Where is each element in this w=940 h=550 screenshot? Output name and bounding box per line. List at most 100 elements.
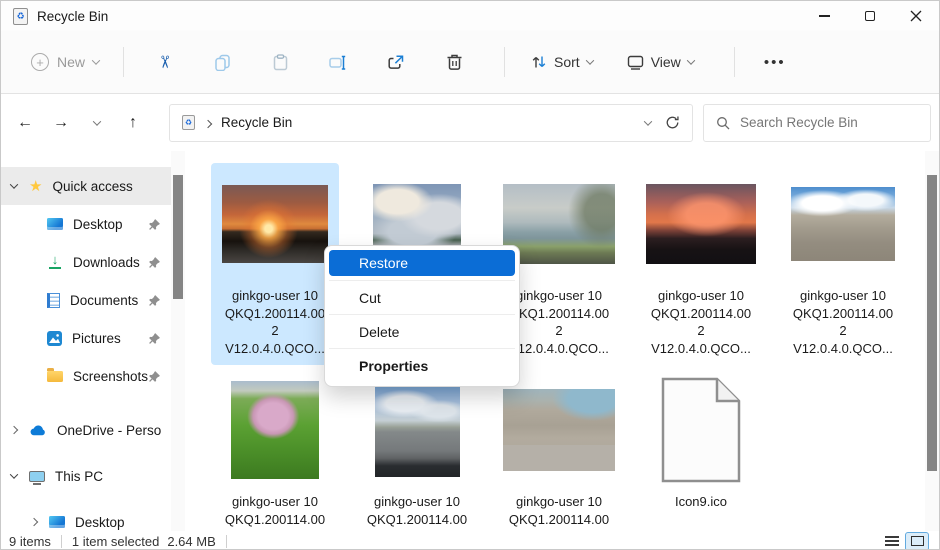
pictures-icon (47, 330, 62, 346)
thumbnail-view-toggle[interactable] (905, 531, 929, 549)
paste-button[interactable] (256, 42, 304, 82)
sunset-over-road-thumbnail (222, 185, 328, 263)
context-menu-item-cut[interactable]: Cut (329, 280, 515, 314)
minimize-button[interactable] (801, 1, 847, 31)
delete-button[interactable] (430, 42, 478, 82)
file-tile[interactable]: ginkgo-user 10QKQ1.200114.00 2V12.0.4.0.… (495, 369, 623, 531)
items-count: 9 items (9, 533, 51, 549)
details-view-toggle[interactable] (885, 536, 899, 546)
recycle-bin-icon: ♻ (182, 115, 195, 130)
sidebar-item-this-pc[interactable]: This PC (1, 457, 171, 495)
red-sunset-thumbnail (646, 184, 756, 264)
context-menu-item-delete[interactable]: Delete (329, 314, 515, 348)
toolbar-divider (733, 47, 735, 77)
file-list-scrollbar[interactable] (925, 151, 939, 531)
file-tile[interactable]: ginkgo-user 10QKQ1.200114.00 2V12.0.4.0.… (353, 369, 481, 531)
address-dropdown-icon[interactable] (643, 116, 653, 126)
up-button[interactable]: ↑ (119, 109, 147, 137)
breadcrumb-chevron-icon (203, 114, 213, 132)
view-icon (627, 55, 643, 70)
chevron-right-icon[interactable] (9, 425, 19, 435)
search-input[interactable] (740, 115, 918, 130)
see-more-button[interactable]: ••• (751, 42, 799, 82)
command-toolbar: + New ✂ Sort View ••• (1, 31, 939, 94)
share-button[interactable] (372, 42, 420, 82)
status-bar: 9 items 1 item selected 2.64 MB (1, 531, 939, 549)
sidebar-item-onedrive[interactable]: OneDrive - Perso (1, 411, 171, 449)
star-icon: ★ (29, 178, 43, 195)
file-tile[interactable]: ginkgo-user 10QKQ1.200114.00 2V12.0.4.0.… (211, 369, 339, 531)
blossom-tree-thumbnail (231, 381, 319, 479)
desktop-icon (49, 516, 65, 528)
rename-button[interactable] (314, 42, 362, 82)
pin-icon[interactable] (148, 218, 161, 231)
back-button[interactable]: ← (11, 109, 39, 137)
rocky-shore-thumbnail (503, 389, 615, 471)
pin-icon[interactable] (148, 332, 161, 345)
sidebar-item-screenshots[interactable]: Screenshots (1, 357, 171, 395)
pin-icon[interactable] (148, 370, 161, 383)
sidebar-scrollbar-thumb[interactable] (173, 175, 183, 299)
selection-count: 1 item selected (71, 533, 160, 549)
file-name: ginkgo-user 10QKQ1.200114.00 2V12.0.4.0.… (508, 494, 610, 527)
selection-size: 2.64 MB (167, 533, 216, 549)
file-tile[interactable]: ginkgo-user 10QKQ1.200114.00 2V12.0.4.0.… (637, 163, 765, 365)
file-list-scrollbar-thumb[interactable] (927, 175, 937, 471)
pin-icon[interactable] (148, 256, 161, 269)
close-icon (910, 10, 922, 22)
sidebar-item-label: Desktop (75, 514, 125, 530)
view-button[interactable]: View (617, 46, 704, 78)
view-button-label: View (650, 54, 681, 70)
file-tile[interactable]: ginkgo-user 10QKQ1.200114.00 2V12.0.4.0.… (211, 163, 339, 365)
sidebar-item-label: Documents (70, 292, 139, 308)
file-name: Icon9.ico (674, 494, 728, 509)
close-button[interactable] (893, 1, 939, 31)
new-button-label: New (57, 54, 86, 70)
onedrive-cloud-icon (30, 425, 45, 436)
file-tile[interactable]: ginkgo-user 10QKQ1.200114.00 2V12.0.4.0.… (779, 163, 907, 365)
status-divider (60, 534, 62, 548)
cut-icon: ✂ (155, 54, 175, 70)
search-box[interactable] (703, 103, 931, 142)
sidebar-scrollbar[interactable] (171, 151, 185, 531)
recycle-bin-icon: ♻ (13, 7, 28, 25)
address-bar[interactable]: ♻ Recycle Bin (169, 103, 693, 142)
maximize-icon (865, 11, 875, 21)
sidebar-item-label: This PC (55, 468, 104, 484)
pin-icon[interactable] (148, 294, 161, 307)
share-icon (388, 54, 404, 69)
sidebar-item-documents[interactable]: Documents (1, 281, 171, 319)
search-icon (717, 116, 730, 129)
sidebar-item-quick-access[interactable]: ★ Quick access (1, 167, 171, 205)
sidebar-item-downloads[interactable]: ↓ Downloads (1, 243, 171, 281)
chevron-down-icon[interactable] (9, 180, 19, 189)
toolbar-divider (504, 47, 506, 77)
recent-locations-button[interactable] (83, 109, 111, 137)
new-button[interactable]: + New (23, 47, 107, 77)
cut-button[interactable]: ✂ (140, 42, 188, 82)
sidebar-item-pictures[interactable]: Pictures (1, 319, 171, 357)
context-menu-item-properties[interactable]: Properties (329, 348, 515, 382)
sort-button[interactable]: Sort (521, 46, 603, 78)
file-tile[interactable]: Icon9.ico (637, 369, 765, 531)
copy-button[interactable] (198, 42, 246, 82)
downloads-icon: ↓ (47, 253, 63, 269)
chevron-right-icon[interactable] (29, 517, 39, 527)
sidebar-item-desktop[interactable]: Desktop (1, 205, 171, 243)
back-arrow-icon: ← (17, 113, 33, 131)
sidebar-item-this-pc-desktop[interactable]: Desktop (1, 503, 171, 531)
title-bar: ♻ Recycle Bin (1, 1, 939, 31)
file-list: ginkgo-user 10 QKQ1.200114.00 2 V12.0.4.0.… (185, 151, 925, 531)
forward-button[interactable]: → (47, 109, 75, 137)
trash-icon (447, 54, 462, 70)
sort-button-label: Sort (554, 54, 580, 70)
chevron-down-icon[interactable] (9, 470, 19, 479)
context-menu-item-restore[interactable]: Restore (329, 250, 515, 276)
breadcrumb-recycle-bin[interactable]: Recycle Bin (221, 115, 292, 130)
this-pc-icon (29, 470, 45, 485)
sidebar-item-label: OneDrive - Perso (57, 422, 162, 438)
maximize-button[interactable] (847, 1, 893, 31)
refresh-icon[interactable] (665, 115, 680, 130)
sidebar-item-label: Screenshots (73, 368, 148, 384)
sidebar-item-label: Desktop (73, 216, 123, 232)
